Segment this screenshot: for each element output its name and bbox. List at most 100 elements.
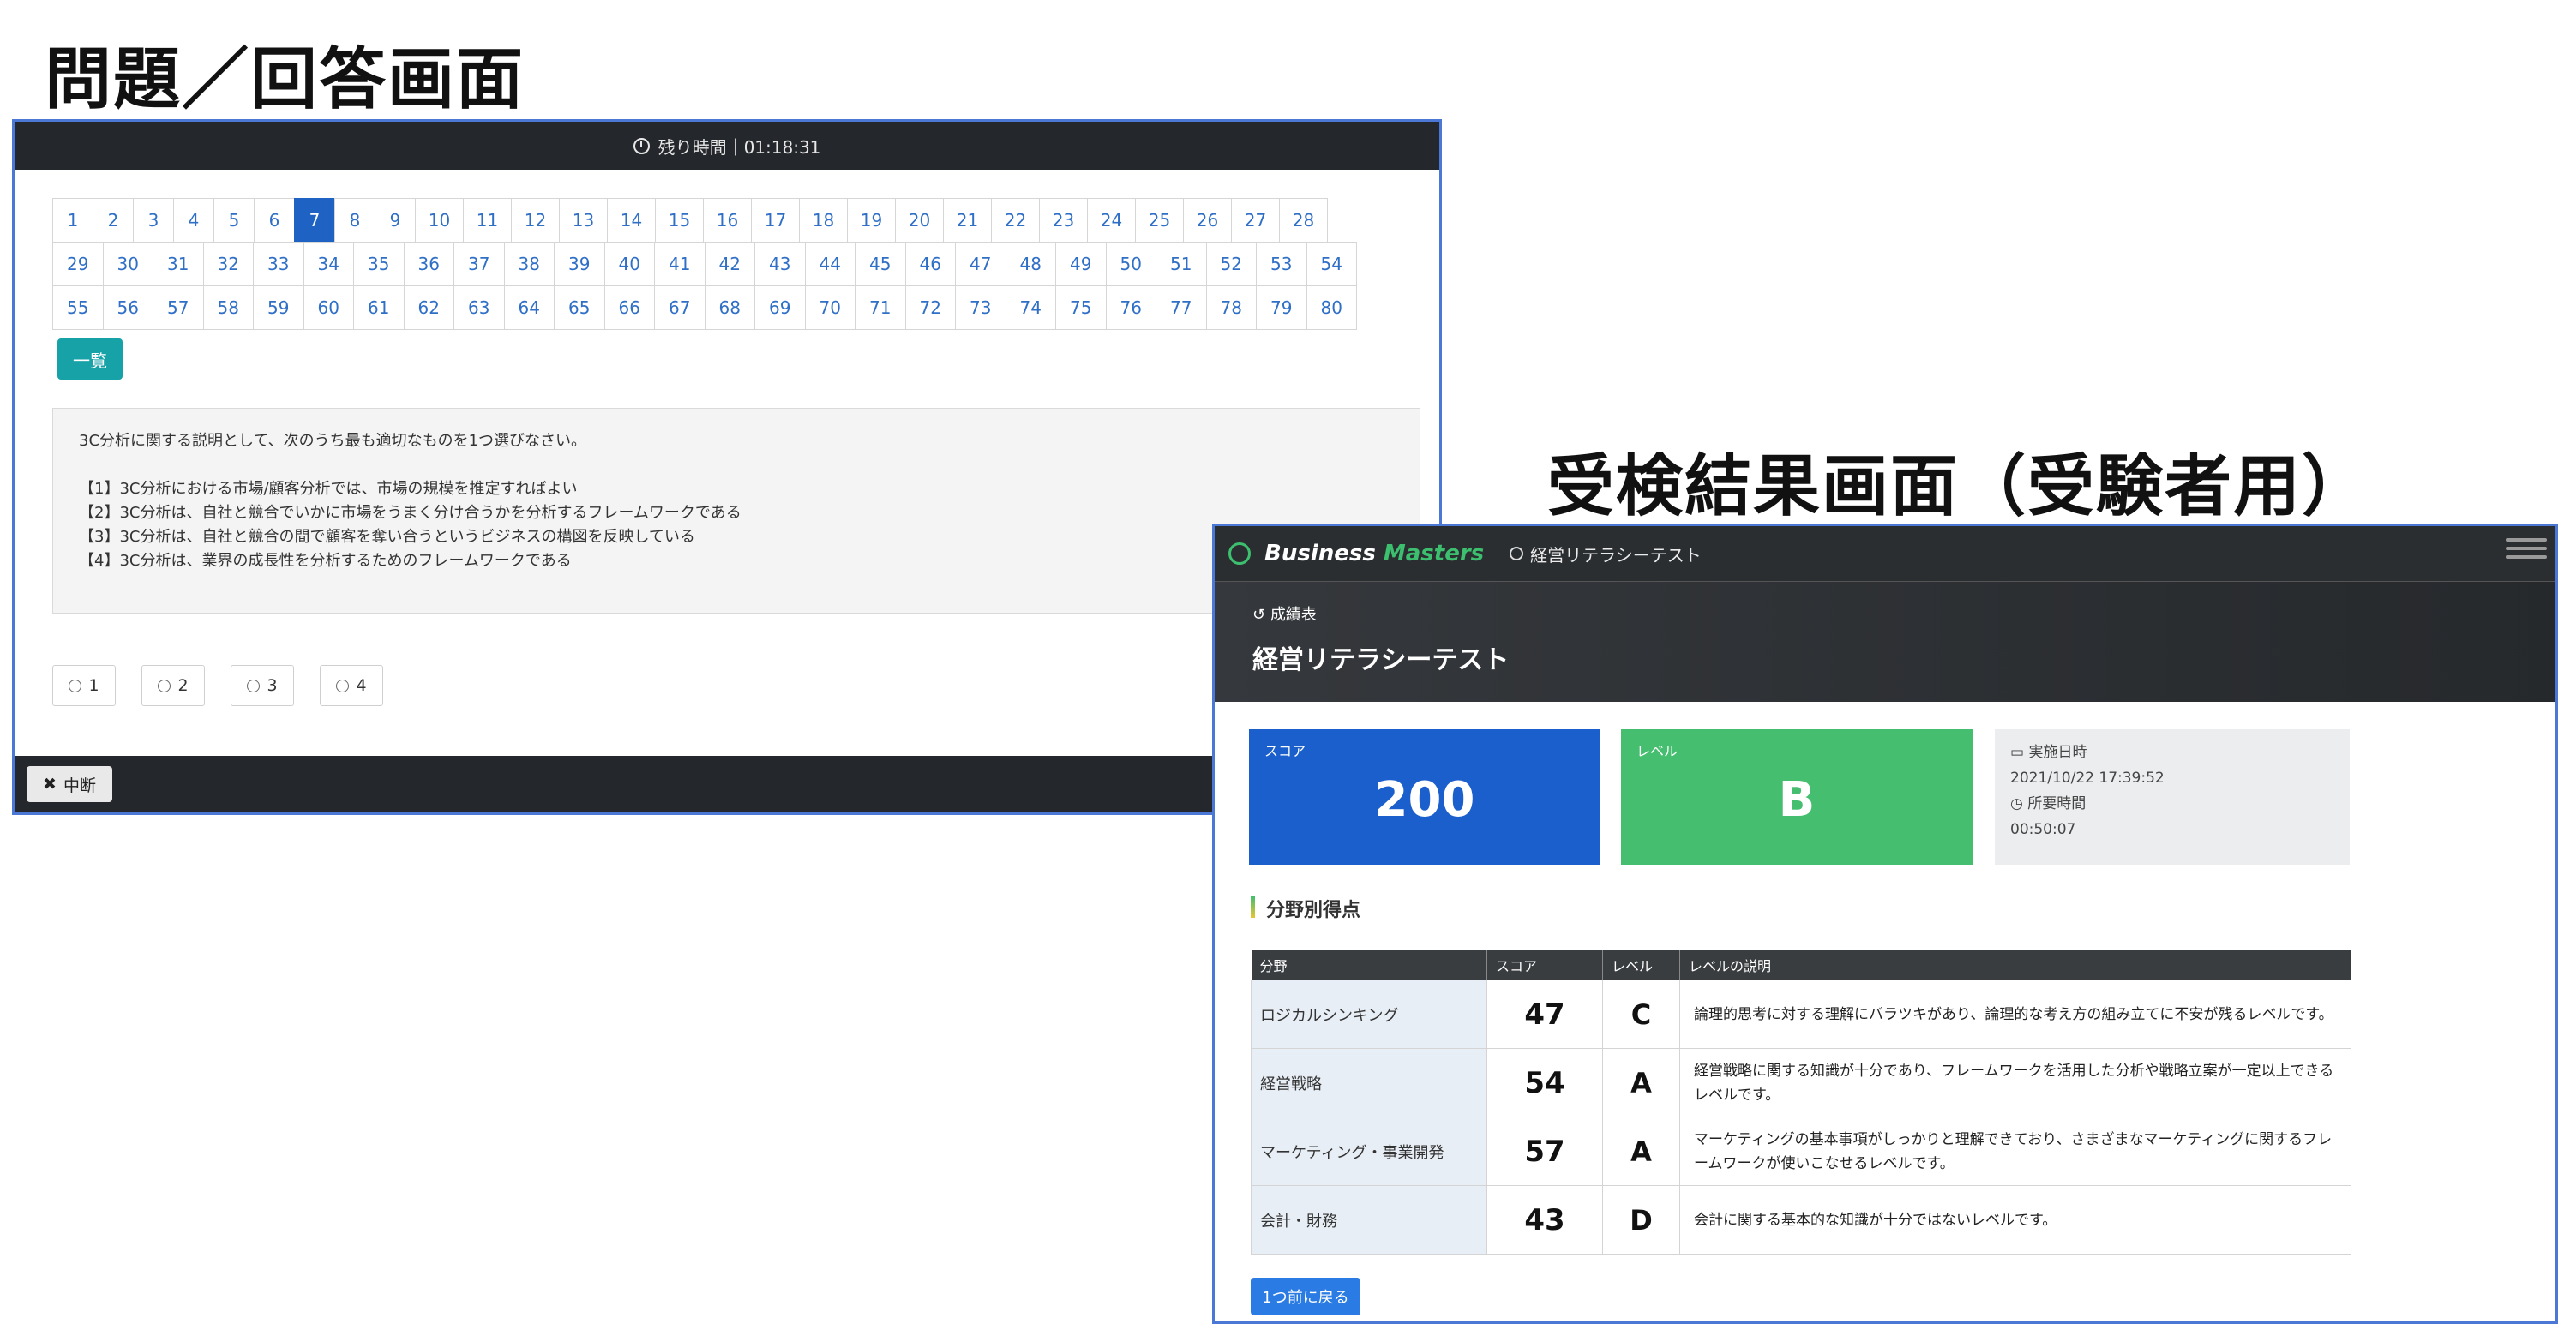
question-number-8[interactable]: 8: [334, 198, 375, 243]
answer-options: 1 2 3 4: [52, 665, 383, 706]
score-cell: 57: [1486, 1117, 1603, 1186]
question-number-18[interactable]: 18: [799, 198, 848, 243]
question-number-51[interactable]: 51: [1156, 242, 1207, 286]
question-number-60[interactable]: 60: [303, 285, 354, 330]
question-number-9[interactable]: 9: [375, 198, 416, 243]
answer-option-2[interactable]: 2: [141, 665, 205, 706]
answer-option-1[interactable]: 1: [52, 665, 116, 706]
question-number-72[interactable]: 72: [904, 285, 956, 330]
question-number-2[interactable]: 2: [93, 198, 134, 243]
nav-test-title[interactable]: 経営リテラシーテスト: [1530, 542, 1702, 566]
question-number-40[interactable]: 40: [603, 242, 655, 286]
question-number-24[interactable]: 24: [1087, 198, 1136, 243]
question-number-15[interactable]: 15: [655, 198, 704, 243]
top-navbar: Business Masters 経営リテラシーテスト: [1215, 526, 2555, 582]
question-number-47[interactable]: 47: [955, 242, 1006, 286]
back-circle-icon[interactable]: [1510, 547, 1524, 560]
suspend-button[interactable]: ✖ 中断: [27, 766, 112, 802]
question-number-79[interactable]: 79: [1256, 285, 1307, 330]
question-number-62[interactable]: 62: [403, 285, 454, 330]
question-number-27[interactable]: 27: [1231, 198, 1280, 243]
question-number-37[interactable]: 37: [453, 242, 505, 286]
question-number-69[interactable]: 69: [754, 285, 806, 330]
question-number-50[interactable]: 50: [1105, 242, 1156, 286]
question-number-32[interactable]: 32: [202, 242, 254, 286]
question-number-49[interactable]: 49: [1055, 242, 1107, 286]
question-number-36[interactable]: 36: [403, 242, 454, 286]
question-number-70[interactable]: 70: [804, 285, 856, 330]
question-number-26[interactable]: 26: [1183, 198, 1232, 243]
question-number-65[interactable]: 65: [554, 285, 605, 330]
question-number-43[interactable]: 43: [754, 242, 806, 286]
question-number-34[interactable]: 34: [303, 242, 354, 286]
question-number-61[interactable]: 61: [353, 285, 405, 330]
question-number-68[interactable]: 68: [704, 285, 755, 330]
question-number-63[interactable]: 63: [453, 285, 505, 330]
question-number-74[interactable]: 74: [1005, 285, 1056, 330]
score-cell: 54: [1486, 1048, 1603, 1117]
question-number-42[interactable]: 42: [704, 242, 755, 286]
question-number-16[interactable]: 16: [703, 198, 752, 243]
remaining-time: 残り時間｜01:18:31: [658, 136, 821, 158]
question-number-38[interactable]: 38: [503, 242, 555, 286]
question-number-20[interactable]: 20: [895, 198, 944, 243]
question-number-21[interactable]: 21: [943, 198, 992, 243]
back-button[interactable]: 1つ前に戻る: [1251, 1278, 1360, 1315]
question-number-23[interactable]: 23: [1039, 198, 1088, 243]
question-number-13[interactable]: 13: [559, 198, 608, 243]
question-number-3[interactable]: 3: [133, 198, 174, 243]
question-number-6[interactable]: 6: [254, 198, 295, 243]
hamburger-menu-icon[interactable]: [2506, 533, 2547, 564]
question-number-7[interactable]: 7: [294, 198, 335, 243]
question-number-1[interactable]: 1: [52, 198, 93, 243]
question-number-55[interactable]: 55: [52, 285, 104, 330]
answer-option-4[interactable]: 4: [320, 665, 383, 706]
question-number-4[interactable]: 4: [173, 198, 214, 243]
question-number-67[interactable]: 67: [654, 285, 706, 330]
question-number-64[interactable]: 64: [503, 285, 555, 330]
question-number-31[interactable]: 31: [153, 242, 204, 286]
question-number-80[interactable]: 80: [1306, 285, 1357, 330]
question-number-41[interactable]: 41: [654, 242, 706, 286]
clock-icon: [633, 137, 650, 154]
question-number-53[interactable]: 53: [1256, 242, 1307, 286]
brand-logo[interactable]: Business Masters: [1264, 541, 1484, 566]
question-number-11[interactable]: 11: [463, 198, 512, 243]
question-number-12[interactable]: 12: [511, 198, 560, 243]
question-number-77[interactable]: 77: [1156, 285, 1207, 330]
question-number-19[interactable]: 19: [847, 198, 896, 243]
score-value: 200: [1374, 772, 1475, 828]
question-number-35[interactable]: 35: [353, 242, 405, 286]
question-number-45[interactable]: 45: [855, 242, 906, 286]
question-number-5[interactable]: 5: [213, 198, 255, 243]
question-number-30[interactable]: 30: [102, 242, 153, 286]
question-number-73[interactable]: 73: [955, 285, 1006, 330]
question-number-44[interactable]: 44: [804, 242, 856, 286]
question-number-46[interactable]: 46: [904, 242, 956, 286]
question-number-17[interactable]: 17: [751, 198, 800, 243]
question-number-52[interactable]: 52: [1205, 242, 1257, 286]
table-row: ロジカルシンキング 47 C 論理的思考に対する理解にバラツキがあり、論理的な考…: [1251, 980, 2351, 1049]
question-number-58[interactable]: 58: [202, 285, 254, 330]
question-number-66[interactable]: 66: [603, 285, 655, 330]
question-number-71[interactable]: 71: [855, 285, 906, 330]
question-number-22[interactable]: 22: [991, 198, 1040, 243]
question-number-14[interactable]: 14: [607, 198, 656, 243]
question-number-56[interactable]: 56: [102, 285, 153, 330]
list-button[interactable]: 一覧: [57, 338, 123, 380]
question-number-48[interactable]: 48: [1005, 242, 1056, 286]
question-number-33[interactable]: 33: [253, 242, 304, 286]
question-number-25[interactable]: 25: [1135, 198, 1184, 243]
question-number-76[interactable]: 76: [1105, 285, 1156, 330]
question-number-75[interactable]: 75: [1055, 285, 1107, 330]
question-number-29[interactable]: 29: [52, 242, 104, 286]
question-number-28[interactable]: 28: [1279, 198, 1328, 243]
answer-option-3[interactable]: 3: [231, 665, 294, 706]
timer-bar: 残り時間｜01:18:31: [15, 122, 1439, 170]
question-number-57[interactable]: 57: [153, 285, 204, 330]
question-number-59[interactable]: 59: [253, 285, 304, 330]
question-number-78[interactable]: 78: [1205, 285, 1257, 330]
question-number-39[interactable]: 39: [554, 242, 605, 286]
question-number-54[interactable]: 54: [1306, 242, 1357, 286]
question-number-10[interactable]: 10: [415, 198, 464, 243]
